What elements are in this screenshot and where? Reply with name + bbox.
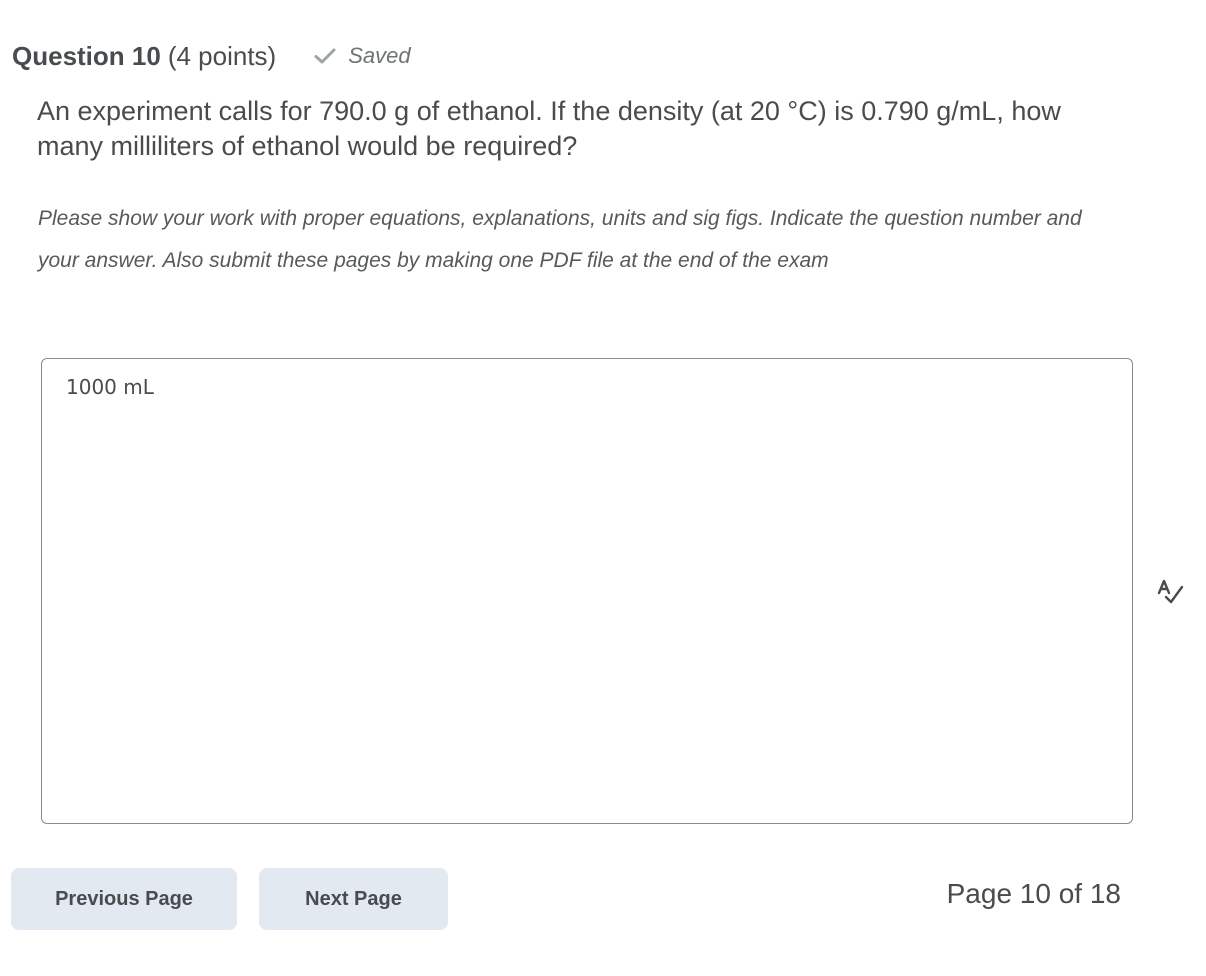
question-text: An experiment calls for 790.0 g of ethan…	[37, 96, 1061, 161]
question-points: (4 points)	[167, 40, 277, 71]
saved-status: Saved	[314, 43, 411, 69]
spellcheck-icon[interactable]	[1154, 576, 1186, 608]
saved-label: Saved	[348, 43, 411, 68]
checkmark-icon	[314, 48, 336, 64]
question-title: Question 10	[12, 40, 161, 71]
page-indicator: Page 10 of 18	[946, 878, 1121, 909]
question-header: Question 10 (4 points) Saved	[12, 36, 411, 76]
question-instructions: Please show your work with proper equati…	[38, 207, 1082, 272]
next-page-button[interactable]: Next Page	[259, 868, 448, 930]
answer-textarea[interactable]: 1000 mL	[41, 358, 1133, 824]
previous-page-button[interactable]: Previous Page	[11, 868, 237, 930]
